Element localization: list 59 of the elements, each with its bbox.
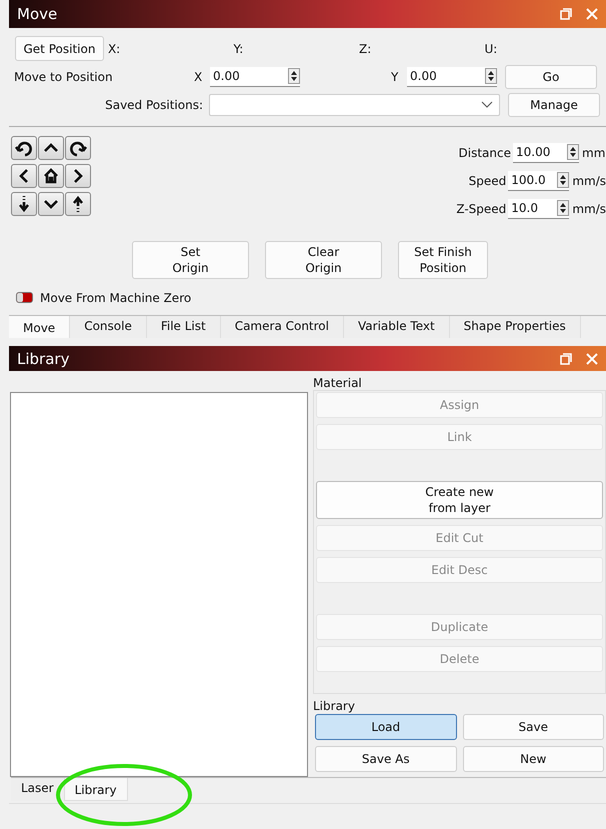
chevron-down-icon	[481, 101, 493, 110]
axis-label: X:	[108, 42, 122, 56]
tab[interactable]: Library	[64, 778, 128, 801]
library-button[interactable]: Load	[315, 714, 456, 740]
setting-label: Distance	[458, 146, 512, 160]
toggle-label: Move From Machine Zero	[40, 290, 192, 305]
move-to-position-label: Move to Position	[14, 70, 114, 84]
group-label: Library	[313, 699, 356, 713]
rotate-ccw-arrow-button[interactable]	[11, 136, 37, 160]
left-arrow-button[interactable]	[11, 164, 37, 188]
saved-positions-label: Saved Positions:	[104, 98, 204, 112]
go-button[interactable]: Go	[505, 64, 597, 88]
axis-label: Y:	[233, 42, 244, 56]
coordinate-field[interactable]: 0.00	[407, 66, 497, 86]
panel-title: Library	[17, 350, 70, 368]
float-icon[interactable]	[560, 352, 572, 364]
tab[interactable]: Move	[9, 316, 70, 338]
tab[interactable]: Camera Control	[220, 316, 344, 338]
setting-field[interactable]: 10.00	[513, 142, 579, 163]
float-icon[interactable]	[560, 8, 572, 20]
setting-field[interactable]: 10.0	[508, 198, 570, 219]
setting-label: Speed	[468, 174, 508, 188]
spinner-icon[interactable]	[557, 200, 570, 216]
library-button[interactable]: New	[462, 746, 604, 772]
spinner-icon[interactable]	[288, 68, 300, 84]
toggle-switch[interactable]	[16, 292, 33, 304]
setting-label: Z-Speed	[455, 202, 508, 216]
down-arrow-button[interactable]	[38, 192, 64, 216]
spinner-icon[interactable]	[485, 68, 497, 84]
z-up-arrow-button[interactable]	[65, 192, 91, 216]
material-button[interactable]: Create new from layer	[316, 481, 603, 519]
spinner-icon[interactable]	[567, 144, 579, 160]
group-label: Material	[313, 376, 363, 390]
unit-label: mm	[582, 146, 606, 160]
right-arrow-button[interactable]	[65, 164, 91, 188]
origin-button[interactable]: Set Origin	[132, 240, 249, 279]
manage-button[interactable]: Manage	[508, 93, 600, 118]
close-icon[interactable]	[586, 352, 598, 364]
axis-label: U:	[484, 42, 498, 56]
home-arrow-button[interactable]	[38, 164, 64, 188]
axis-label: Z:	[358, 42, 372, 56]
unit-label: mm/s	[572, 202, 606, 216]
close-icon[interactable]	[586, 8, 598, 20]
library-button[interactable]: Save As	[315, 746, 456, 772]
z-down-arrow-button[interactable]	[11, 192, 37, 216]
origin-button[interactable]: Set Finish Position	[398, 240, 488, 279]
setting-field[interactable]: 100.0	[508, 170, 570, 191]
coordinate-label: Y	[391, 70, 400, 84]
rotate-cw-arrow-button[interactable]	[65, 136, 91, 160]
unit-label: mm/s	[572, 174, 606, 188]
tab[interactable]: Shape Properties	[450, 316, 581, 338]
library-button[interactable]: Save	[462, 714, 604, 740]
coordinate-field[interactable]: 0.00	[210, 66, 300, 86]
coordinate-label: X	[194, 70, 204, 84]
spinner-icon[interactable]	[557, 172, 570, 188]
up-arrow-button[interactable]	[38, 136, 64, 160]
get-position-button[interactable]: Get Position	[15, 36, 104, 62]
origin-button[interactable]: Clear Origin	[265, 240, 382, 279]
panel-title: Move	[17, 5, 58, 23]
